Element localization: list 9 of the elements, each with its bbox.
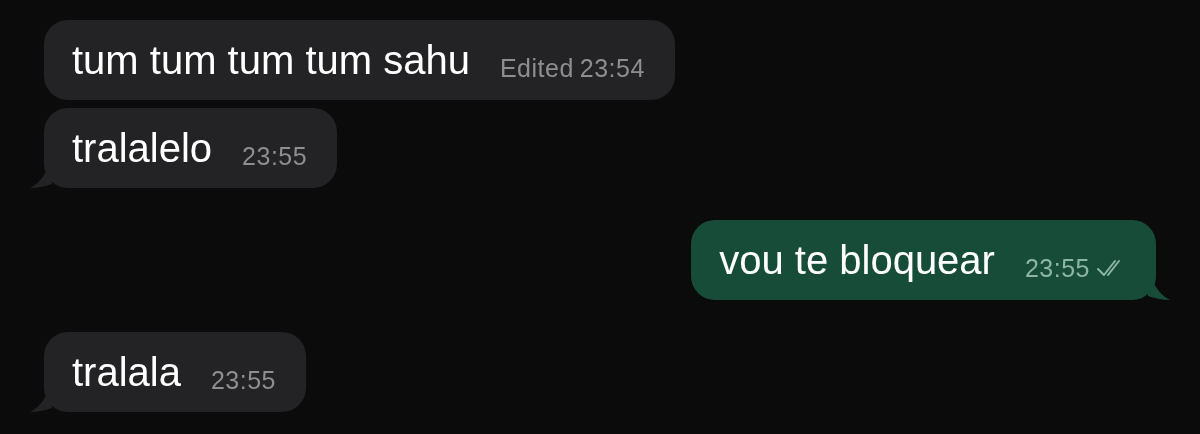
message-text: tum tum tum tum sahu [72,37,470,83]
message-time: 23:55 [210,365,276,395]
message-text: tralala [72,349,181,395]
message-text: vou te bloquear [719,237,995,283]
message-time: 23:54 [579,53,645,83]
message-time: 23:55 [1024,253,1090,283]
message-text: tralalelo [72,125,213,171]
edited-label: Edited [499,53,574,83]
message-time: 23:55 [242,141,308,171]
